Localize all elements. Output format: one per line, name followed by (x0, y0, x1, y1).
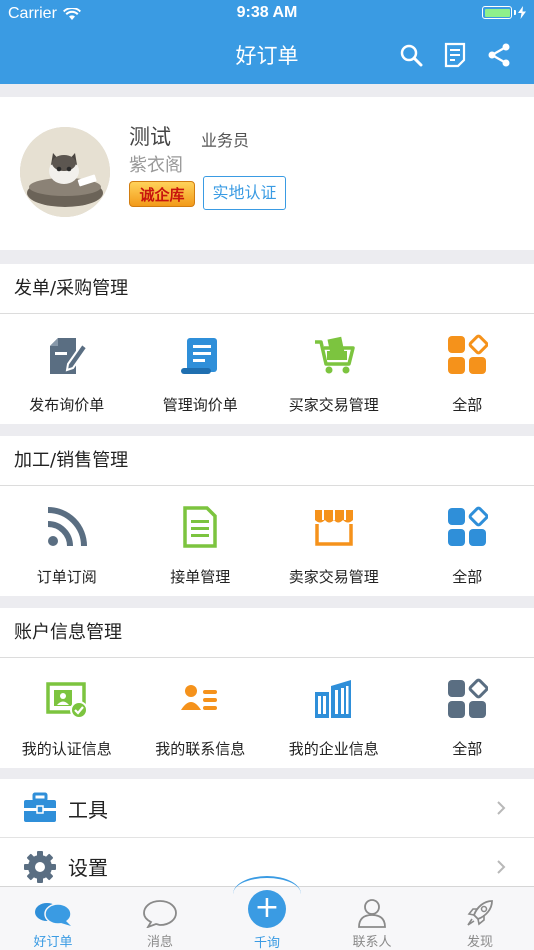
tab-contacts[interactable]: 联系人 (327, 895, 417, 950)
grid-item-label: 接单管理 (170, 568, 231, 586)
grid-item-all-account[interactable]: 全部 (401, 658, 534, 768)
menu-item-label: 设置 (68, 856, 108, 880)
contact-card-icon (177, 676, 223, 722)
grid-item-order-subscribe[interactable]: 订单订阅 (0, 486, 134, 596)
share-icon[interactable] (484, 40, 514, 70)
tab-label: 发现 (466, 935, 493, 950)
user-role: 业务员 (201, 131, 250, 150)
battery-icon (482, 6, 526, 19)
message-bubble-icon (115, 895, 205, 931)
section-account: 账户信息管理 我的认证信息 我的联系信息 我的企业信息 全部 (0, 608, 534, 768)
grid-item-label: 买家交易管理 (288, 396, 379, 414)
clock: 9:38 AM (236, 4, 298, 21)
plus-icon[interactable]: + (248, 890, 286, 928)
shopping-cart-icon (311, 332, 357, 378)
person-icon (327, 895, 417, 931)
note-icon[interactable] (440, 40, 470, 70)
tab-messages[interactable]: 消息 (115, 895, 205, 950)
enterprise-badge: 诚企库 (129, 181, 195, 207)
grid-item-order-receiving[interactable]: 接单管理 (134, 486, 268, 596)
chat-bubbles-icon (8, 895, 98, 931)
tab-haodingdan[interactable]: 好订单 (8, 895, 98, 950)
grid-item-label: 我的企业信息 (288, 740, 379, 758)
grid-item-publish-inquiry[interactable]: 发布询价单 (0, 314, 134, 424)
top-header: Carrier 9:38 AM 好订单 (0, 0, 534, 84)
grid-item-label: 我的认证信息 (21, 740, 112, 758)
storefront-icon (311, 504, 357, 550)
grid-item-label: 全部 (452, 740, 483, 758)
building-icon (311, 676, 357, 722)
grid-item-label: 全部 (452, 568, 483, 586)
section-purchase: 发单/采购管理 发布询价单 管理询价单 买家交易管理 全部 (0, 264, 534, 424)
section-title: 加工/销售管理 (0, 436, 534, 486)
charging-bolt-icon (518, 6, 526, 19)
menu-item-tools[interactable]: 工具 (0, 779, 534, 837)
chevron-right-icon (497, 859, 506, 874)
tab-label: 联系人 (352, 935, 392, 950)
grid-item-all-purchase[interactable]: 全部 (401, 314, 534, 424)
grid-item-my-enterprise[interactable]: 我的企业信息 (267, 658, 401, 768)
chevron-right-icon (497, 801, 506, 815)
section-title: 账户信息管理 (0, 608, 534, 658)
grid-item-label: 全部 (452, 396, 483, 414)
profile-card[interactable]: 测试 业务员 紫衣阁 诚企库 实地认证 (0, 97, 534, 250)
grid-all-icon (444, 332, 490, 378)
grid-all-icon (444, 504, 490, 550)
grid-item-all-sales[interactable]: 全部 (401, 486, 534, 596)
grid-item-seller-trade[interactable]: 卖家交易管理 (267, 486, 401, 596)
tab-label: 消息 (146, 935, 173, 950)
company-name: 紫衣阁 (129, 155, 183, 176)
search-icon[interactable] (396, 40, 426, 70)
menu-item-label: 工具 (68, 797, 108, 822)
rss-feed-icon (44, 504, 90, 550)
grid-all-icon (444, 676, 490, 722)
tab-label: 好订单 (33, 935, 73, 950)
grid-item-manage-inquiry[interactable]: 管理询价单 (134, 314, 268, 424)
avatar[interactable] (20, 127, 110, 217)
status-bar: Carrier 9:38 AM (0, 0, 534, 28)
grid-item-label: 发布询价单 (29, 396, 105, 414)
grid-item-buyer-trade[interactable]: 买家交易管理 (267, 314, 401, 424)
user-name: 测试 (129, 125, 171, 149)
section-title: 发单/采购管理 (0, 264, 534, 314)
grid-item-label: 管理询价单 (162, 396, 238, 414)
grid-item-my-verification[interactable]: 我的认证信息 (0, 658, 134, 768)
onsite-verify-button[interactable]: 实地认证 (203, 176, 286, 210)
scroll-document-icon (177, 332, 223, 378)
grid-item-my-contact[interactable]: 我的联系信息 (134, 658, 268, 768)
document-list-icon (177, 504, 223, 550)
toolbox-icon (22, 790, 58, 826)
gear-icon (22, 849, 58, 885)
edit-document-icon (44, 332, 90, 378)
rocket-icon (435, 895, 525, 931)
id-card-verified-icon (44, 676, 90, 722)
grid-item-label: 我的联系信息 (155, 740, 246, 758)
grid-item-label: 订单订阅 (36, 568, 97, 586)
tab-label-qianxun[interactable]: 千询 (231, 932, 303, 950)
grid-item-label: 卖家交易管理 (288, 568, 379, 586)
section-sales: 加工/销售管理 订单订阅 接单管理 卖家交易管理 全部 (0, 436, 534, 596)
tab-discover[interactable]: 发现 (435, 895, 525, 950)
